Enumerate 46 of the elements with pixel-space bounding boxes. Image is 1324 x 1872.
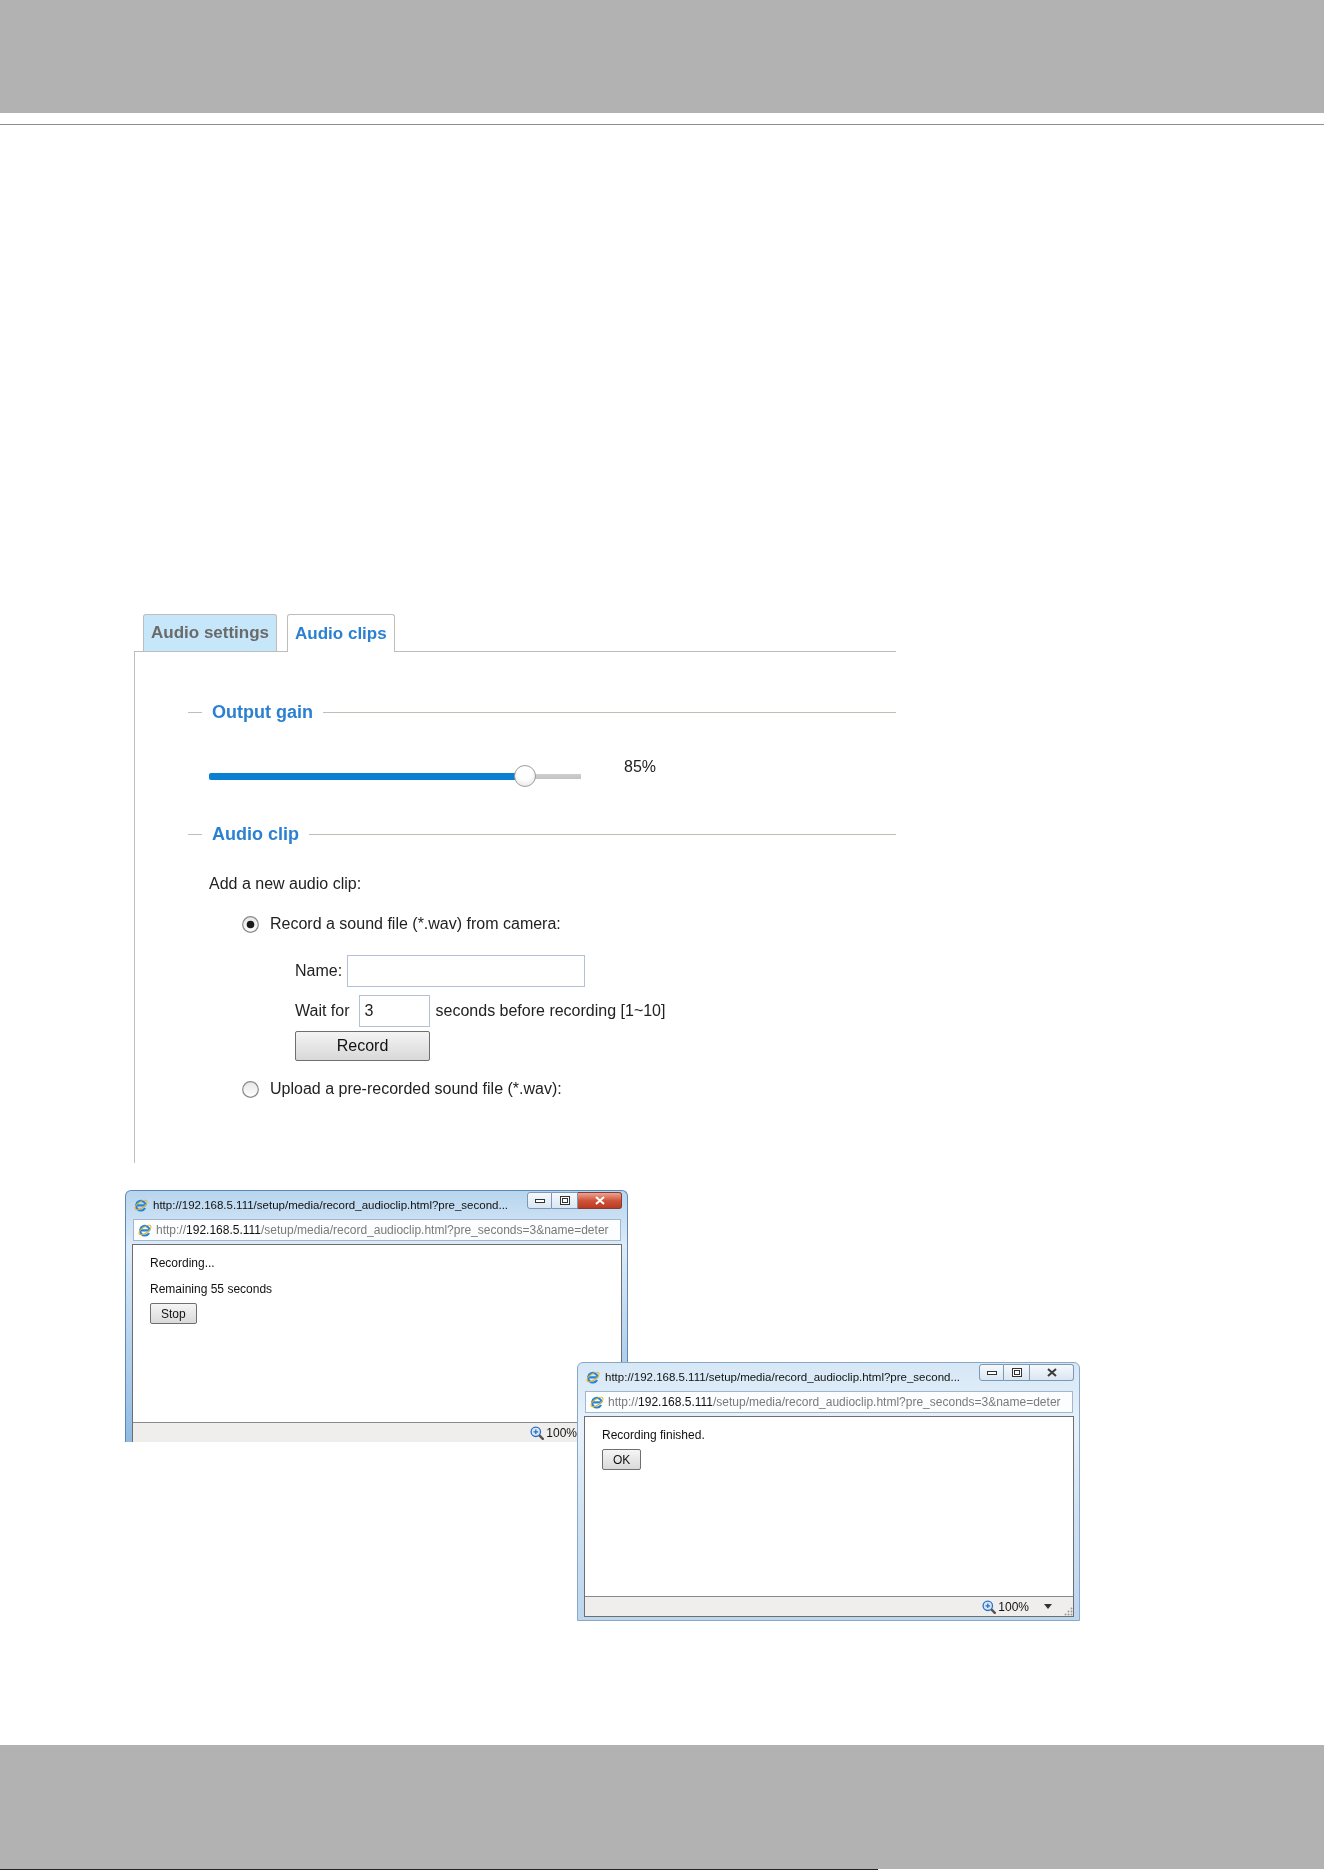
section-title: Audio clip <box>212 823 299 846</box>
field-hint: seconds before recording [1~10] <box>435 1002 666 1020</box>
close-button[interactable] <box>1030 1364 1074 1381</box>
field-label: Wait for <box>295 1002 350 1020</box>
radio-option[interactable]: Record a sound file (*.wav) from camera: <box>242 914 561 934</box>
name-field[interactable] <box>347 955 586 987</box>
maximize-button[interactable] <box>1004 1364 1030 1381</box>
gain-value: 85% <box>624 758 657 776</box>
magnifier-icon[interactable] <box>530 1425 545 1440</box>
radio-option[interactable]: Upload a pre-recorded sound file (*.wav): <box>242 1079 562 1099</box>
message-text: Recording finished. <box>602 1427 705 1443</box>
minimize-button[interactable] <box>527 1192 552 1209</box>
message-text: Recording... <box>150 1255 215 1271</box>
minimize-icon <box>534 1198 545 1203</box>
resize-grip-icon[interactable] <box>1064 1607 1073 1616</box>
zoom-level-text[interactable]: 100% <box>546 1425 577 1440</box>
caret-icon[interactable] <box>1044 1604 1052 1609</box>
seconds-field[interactable]: 3 <box>358 995 430 1027</box>
address-field[interactable]: http://192.168.5.111/setup/media/record_audioclip.html?pre_seconds=3&name=deter <box>585 1391 1073 1413</box>
dialog-button[interactable]: Stop <box>150 1303 197 1324</box>
slider-thumb[interactable] <box>514 765 537 787</box>
message-text: Remaining 55 seconds <box>150 1281 273 1297</box>
zoom-level-text[interactable]: 100% <box>998 1599 1029 1614</box>
magnifier-icon[interactable] <box>982 1599 997 1614</box>
record-button[interactable]: Record <box>295 1031 430 1061</box>
address-field[interactable]: http://192.168.5.111/setup/media/record_audioclip.html?pre_seconds=3&name=deter <box>133 1219 621 1241</box>
instruction-text: Add a new audio clip: <box>209 874 362 894</box>
radio-icon[interactable] <box>242 915 259 933</box>
minimize-button[interactable] <box>979 1364 1004 1381</box>
tab[interactable]: Audio settings <box>143 614 278 651</box>
close-icon <box>594 1196 605 1205</box>
window-title: http://192.168.5.111/setup/media/record_audioclip.html?pre_second... <box>605 1370 962 1383</box>
window-title: http://192.168.5.111/setup/media/record_audioclip.html?pre_second... <box>153 1198 510 1211</box>
browser-logo-icon <box>137 1222 153 1238</box>
maximize-icon <box>559 1196 570 1205</box>
browser-logo-icon <box>589 1394 605 1410</box>
section-title: Output gain <box>212 701 313 724</box>
tab[interactable]: Audio clips <box>287 614 395 652</box>
close-icon <box>1046 1368 1057 1377</box>
maximize-icon <box>1011 1368 1022 1377</box>
dialog-button[interactable]: OK <box>602 1449 642 1470</box>
close-button[interactable] <box>578 1192 622 1209</box>
field-label: Name: <box>295 962 343 980</box>
minimize-icon <box>986 1370 997 1375</box>
maximize-button[interactable] <box>552 1192 578 1209</box>
radio-icon[interactable] <box>242 1080 259 1098</box>
